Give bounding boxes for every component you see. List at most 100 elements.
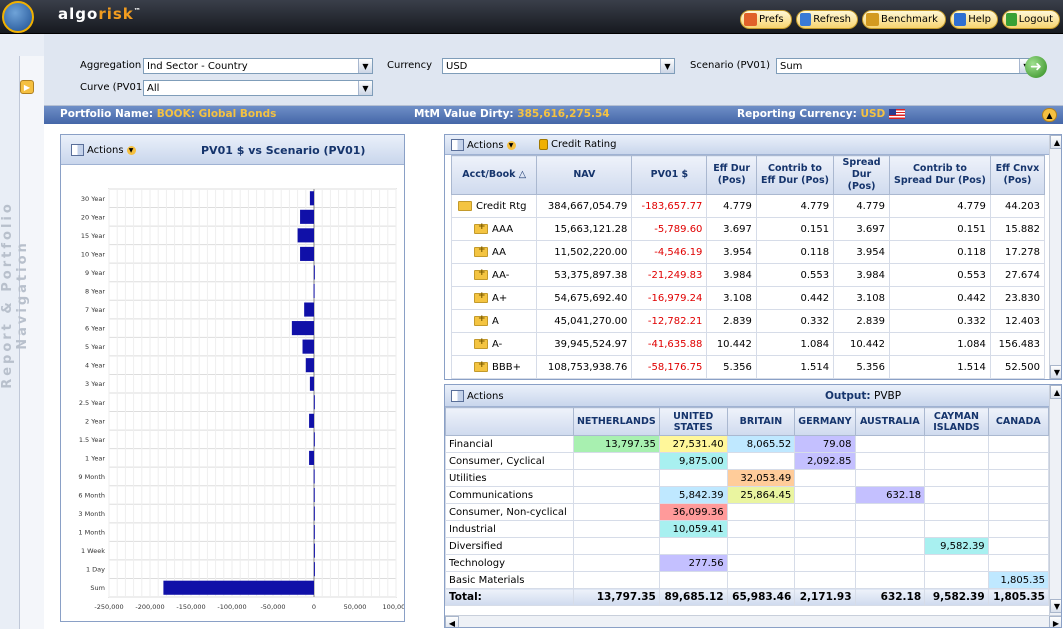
bar[interactable] bbox=[313, 562, 315, 577]
credit-table-row[interactable]: BBB23,484,900.00-11,049.324.7070.2874.70… bbox=[450, 378, 1046, 379]
credit-column-header[interactable]: PV01 $ bbox=[631, 155, 708, 195]
output-total-cell: 13,797.35 bbox=[572, 588, 660, 606]
credit-column-header[interactable]: Contrib to Eff Dur (Pos) bbox=[755, 155, 835, 195]
scenario-select[interactable]: Sum▼ bbox=[776, 58, 1034, 74]
scroll-up-icon[interactable]: ▲ bbox=[1050, 385, 1061, 399]
folder-icon[interactable] bbox=[474, 314, 488, 326]
credit-table-row[interactable]: A-39,945,524.97-41,635.8810.4421.08410.4… bbox=[450, 332, 1046, 356]
credit-table-row[interactable]: BBB+108,753,938.76-58,176.755.3561.5145.… bbox=[450, 355, 1046, 379]
output-scrollbar-h[interactable]: ◀ ▶ bbox=[445, 615, 1061, 627]
output-cell: 8,065.52 bbox=[726, 435, 796, 453]
bar[interactable] bbox=[309, 191, 314, 206]
logout-button[interactable]: Logout bbox=[1002, 10, 1060, 29]
credit-rating-button[interactable]: Credit Rating bbox=[539, 139, 617, 150]
output-table-row[interactable]: Consumer, Cyclical 9,875.00 2,092.85 bbox=[445, 452, 1050, 470]
bar[interactable] bbox=[313, 395, 315, 410]
go-arrow-icon[interactable]: ➜ bbox=[1025, 56, 1047, 78]
output-table-row[interactable]: Technology 277.56 bbox=[445, 554, 1050, 572]
credit-table-row[interactable]: AA11,502,220.00-4,546.193.9540.1183.9540… bbox=[450, 240, 1046, 264]
output-table-row[interactable]: Industrial 10,059.41 bbox=[445, 520, 1050, 538]
bar[interactable] bbox=[297, 228, 314, 243]
credit-column-header[interactable]: Acct/Book △ bbox=[450, 155, 538, 195]
chevron-down-icon[interactable]: ▼ bbox=[660, 59, 674, 73]
bar[interactable] bbox=[313, 543, 315, 558]
output-table-row[interactable]: Financial 13,797.35 27,531.40 8,065.52 79.08 bbox=[445, 435, 1050, 453]
output-cell bbox=[726, 452, 796, 470]
bar[interactable] bbox=[300, 209, 314, 224]
credit-cell-effdur: 10.442 bbox=[706, 332, 757, 356]
output-column-header[interactable]: UNITED STATES bbox=[658, 407, 728, 436]
folder-icon[interactable] bbox=[474, 245, 488, 257]
benchmark-button[interactable]: Benchmark bbox=[862, 10, 946, 29]
bar[interactable] bbox=[302, 339, 314, 354]
output-table-row[interactable]: Consumer, Non-cyclical 36,099.36 bbox=[445, 503, 1050, 521]
bar[interactable] bbox=[300, 246, 314, 261]
bar[interactable] bbox=[313, 525, 315, 540]
bar[interactable] bbox=[304, 302, 314, 317]
aggregation-select[interactable]: Ind Sector - Country ▼ bbox=[143, 58, 373, 74]
output-actions-button[interactable]: Actions bbox=[451, 390, 504, 402]
expand-navigation-icon[interactable]: ▶ bbox=[20, 80, 34, 94]
currency-select[interactable]: USD ▼ bbox=[442, 58, 675, 74]
scroll-down-icon[interactable]: ▼ bbox=[1050, 365, 1061, 379]
credit-column-header[interactable]: Spread Dur (Pos) bbox=[833, 155, 890, 195]
credit-table-row[interactable]: AAA15,663,121.28-5,789.603.6970.1513.697… bbox=[450, 217, 1046, 241]
folder-icon[interactable] bbox=[474, 360, 488, 372]
credit-column-header[interactable]: Contrib to Spread Dur (Pos) bbox=[888, 155, 991, 195]
credit-table-row[interactable]: A+54,675,692.40-16,979.243.1080.4423.108… bbox=[450, 286, 1046, 310]
output-column-header[interactable]: AUSTRALIA bbox=[854, 407, 926, 436]
credit-scrollbar[interactable]: ▲ ▼ bbox=[1049, 135, 1061, 379]
credit-table-row[interactable]: A45,041,270.00-12,782.212.8390.3322.8390… bbox=[450, 309, 1046, 333]
credit-actions-button[interactable]: Actions ▼ bbox=[451, 139, 516, 151]
bar[interactable] bbox=[313, 283, 315, 299]
folder-icon[interactable] bbox=[474, 337, 488, 349]
chevron-down-icon[interactable]: ▼ bbox=[358, 59, 372, 73]
folder-icon[interactable] bbox=[458, 200, 472, 211]
folder-icon[interactable] bbox=[474, 222, 488, 234]
bar[interactable] bbox=[309, 450, 314, 465]
output-column-header[interactable]: GERMANY bbox=[794, 407, 856, 436]
bar[interactable] bbox=[313, 469, 315, 484]
scroll-down-icon[interactable]: ▼ bbox=[1050, 599, 1061, 613]
credit-table-row[interactable]: AA-53,375,897.38-21,249.833.9840.5533.98… bbox=[450, 263, 1046, 287]
credit-row-name: A+ bbox=[450, 286, 538, 310]
bar[interactable] bbox=[305, 358, 314, 373]
credit-column-header[interactable]: Eff Dur (Pos) bbox=[706, 155, 757, 195]
output-column-header[interactable]: NETHERLANDS bbox=[572, 407, 660, 436]
app-logo-icon[interactable] bbox=[2, 1, 34, 33]
folder-icon[interactable] bbox=[474, 268, 488, 280]
output-table-row[interactable]: Basic Materials 1,805.35 bbox=[445, 571, 1050, 589]
output-column-header[interactable]: CANADA bbox=[987, 407, 1050, 436]
bar[interactable] bbox=[309, 413, 314, 428]
credit-cell-pv01: -11,049.32 bbox=[631, 378, 708, 379]
credit-column-header[interactable]: Eff Cnvx (Pos) bbox=[989, 155, 1046, 195]
help-button[interactable]: Help bbox=[950, 10, 998, 29]
side-nav-label[interactable]: Report & Portfolio Navigation bbox=[0, 190, 30, 400]
bar[interactable] bbox=[313, 487, 315, 503]
refresh-button[interactable]: Refresh bbox=[796, 10, 858, 29]
scroll-left-icon[interactable]: ◀ bbox=[445, 616, 459, 627]
bar[interactable] bbox=[313, 506, 315, 521]
chevron-down-icon[interactable]: ▼ bbox=[358, 81, 372, 95]
bar[interactable] bbox=[309, 376, 314, 391]
chart-actions-button[interactable]: Actions ▼ bbox=[71, 144, 136, 156]
credit-cell-effdur: 3.954 bbox=[706, 240, 757, 264]
output-scrollbar-v[interactable]: ▲ ▼ bbox=[1049, 385, 1061, 615]
bar[interactable] bbox=[163, 580, 314, 595]
bar[interactable] bbox=[313, 432, 315, 447]
output-column-header[interactable]: BRITAIN bbox=[726, 407, 796, 436]
prefs-button[interactable]: Prefs bbox=[740, 10, 792, 29]
output-table-row[interactable]: Diversified 9,582.39 bbox=[445, 537, 1050, 555]
output-table-row[interactable]: Utilities 32,053.49 bbox=[445, 469, 1050, 487]
scroll-up-icon[interactable]: ▲ bbox=[1050, 135, 1061, 149]
collapse-icon[interactable]: ▲ bbox=[1042, 108, 1057, 122]
credit-column-header[interactable]: NAV bbox=[536, 155, 633, 195]
curve-select[interactable]: All ▼ bbox=[143, 80, 373, 96]
bar[interactable] bbox=[291, 321, 314, 336]
credit-table-row[interactable]: Credit Rtg 384,667,054.79 -183,657.77 4.779… bbox=[450, 194, 1046, 218]
scroll-right-icon[interactable]: ▶ bbox=[1049, 616, 1061, 627]
bar[interactable] bbox=[313, 265, 315, 280]
output-table-row[interactable]: Communications 5,842.39 25,864.45 632.18 bbox=[445, 486, 1050, 504]
output-column-header[interactable]: CAYMAN ISLANDS bbox=[924, 407, 989, 436]
folder-icon[interactable] bbox=[474, 291, 488, 303]
